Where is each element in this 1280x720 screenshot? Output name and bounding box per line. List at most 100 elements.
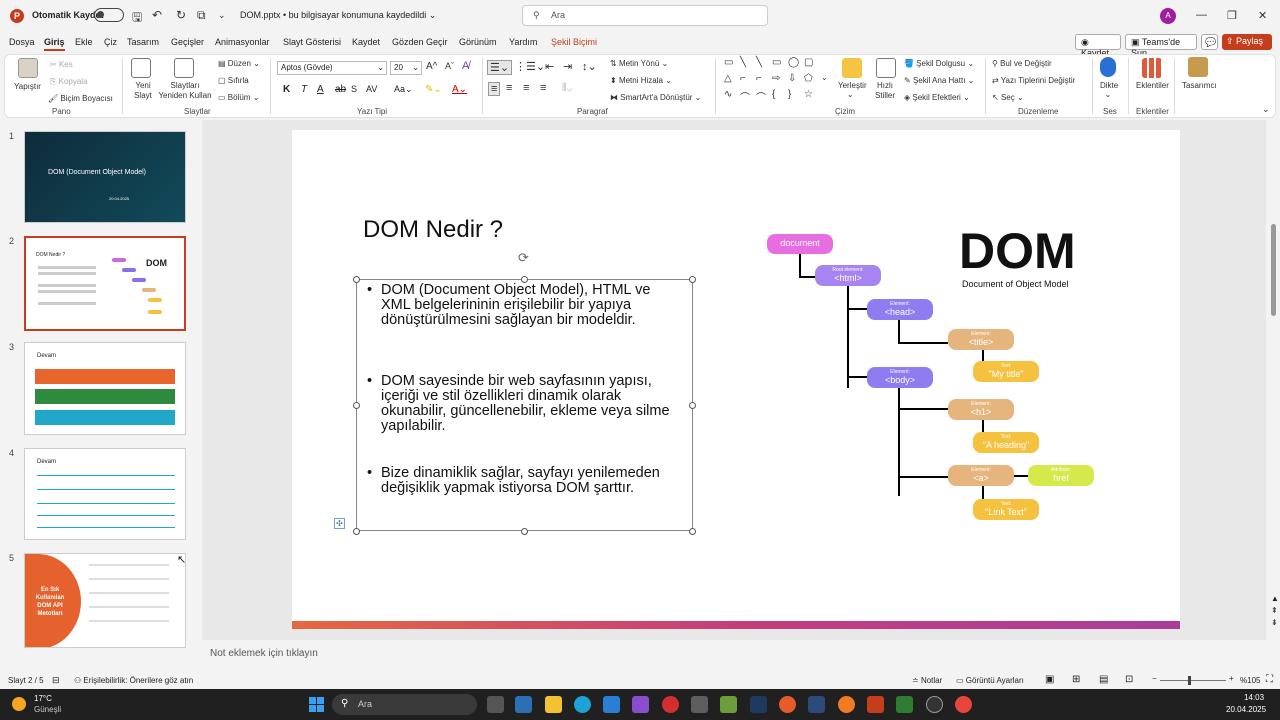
tab-record[interactable]: Kaydet bbox=[352, 37, 380, 47]
shrink-font-icon[interactable]: Aˇ bbox=[445, 61, 454, 71]
next-slide-icon[interactable]: ⇟ bbox=[1271, 618, 1278, 627]
customize-qat-icon[interactable]: ⌄ bbox=[218, 10, 226, 21]
tab-insert[interactable]: Ekle bbox=[75, 37, 93, 47]
spellcheck-icon[interactable]: ⊟ bbox=[52, 675, 60, 686]
increase-indent-icon[interactable]: ⇥ bbox=[563, 60, 572, 73]
tab-draw[interactable]: Çiz bbox=[104, 37, 117, 47]
addins-button[interactable]: Eklentiler bbox=[1136, 81, 1169, 90]
right-brace-shape-icon[interactable]: } bbox=[788, 89, 791, 100]
shape-outline-button[interactable]: ✎ Şekil Ana Hattı ⌄ bbox=[904, 76, 974, 85]
powerpoint-taskbar-icon[interactable] bbox=[867, 696, 884, 713]
resize-handle[interactable] bbox=[689, 276, 696, 283]
tab-design[interactable]: Tasarım bbox=[127, 37, 159, 47]
grow-font-icon[interactable]: A^ bbox=[426, 61, 437, 72]
font-color-icon[interactable]: A⌄ bbox=[452, 84, 467, 95]
tab-home[interactable]: Giriş bbox=[44, 37, 65, 51]
taskbar-search[interactable]: ⚲ Ara bbox=[332, 694, 477, 715]
accessibility-status[interactable]: ⚇ Erişilebilirlik: Önerilere göz atın bbox=[74, 676, 193, 685]
quick-styles-icon[interactable] bbox=[876, 58, 896, 78]
chrome-icon[interactable] bbox=[955, 696, 972, 713]
more-shapes-icon[interactable]: ⌄ bbox=[821, 73, 828, 82]
right-arrow-shape-icon[interactable]: ⇨ bbox=[772, 73, 780, 84]
resize-handle[interactable] bbox=[689, 402, 696, 409]
underline-icon[interactable]: A bbox=[317, 84, 324, 95]
shape-fill-button[interactable]: 🪣 Şekil Dolgusu ⌄ bbox=[904, 59, 974, 68]
addins-icon[interactable] bbox=[1142, 58, 1162, 78]
star-shape-icon[interactable]: ☆ bbox=[804, 89, 813, 100]
justify-icon[interactable]: ≡ bbox=[540, 82, 546, 94]
slide-sorter-icon[interactable]: ⊞ bbox=[1072, 674, 1080, 685]
reading-view-icon[interactable]: ▤ bbox=[1099, 674, 1108, 685]
autofit-options-icon[interactable]: ✣ bbox=[334, 518, 345, 529]
clear-formatting-icon[interactable]: A̸ bbox=[462, 60, 469, 72]
italic-icon[interactable]: T bbox=[301, 84, 307, 95]
pentagon-shape-icon[interactable]: ⬠ bbox=[804, 73, 813, 84]
comments-button[interactable]: 💬 bbox=[1201, 34, 1218, 50]
reset-button[interactable]: ▢ Sıfırla bbox=[218, 76, 249, 85]
resize-handle[interactable] bbox=[353, 528, 360, 535]
paste-button[interactable]: Yapıştır bbox=[14, 82, 41, 91]
designer-button[interactable]: Tasarımcı bbox=[1182, 81, 1217, 90]
paste-icon[interactable] bbox=[18, 58, 38, 78]
opera-icon[interactable] bbox=[662, 696, 679, 713]
slide-thumbnail-5[interactable]: En Sık Kullanılan DOM API Metotları bbox=[24, 553, 186, 648]
collapse-ribbon-icon[interactable]: ⌄ bbox=[1262, 104, 1270, 115]
visual-studio-icon[interactable] bbox=[632, 696, 649, 713]
zoom-in-icon[interactable]: + bbox=[1229, 674, 1234, 683]
arrange-icon[interactable] bbox=[842, 58, 862, 78]
font-name-select[interactable]: Aptos (Gövde) ⌄ bbox=[277, 61, 387, 75]
document-title[interactable]: DOM.pptx • bu bilgisayar konumuna kayded… bbox=[240, 10, 436, 21]
curve-shape-icon[interactable]: ⌒ bbox=[756, 89, 766, 104]
copy-button[interactable]: ⎘ Kopyala bbox=[50, 77, 88, 87]
layout-button[interactable]: ▤ Düzen ⌄ bbox=[218, 59, 260, 68]
down-arrow-shape-icon[interactable]: ⇩ bbox=[788, 73, 796, 84]
replace-fonts-button[interactable]: ⇄ Yazı Tiplerini Değiştir bbox=[992, 76, 1075, 85]
terminal-icon[interactable] bbox=[750, 696, 767, 713]
bold-icon[interactable]: K bbox=[283, 84, 290, 95]
slide-thumbnail-1[interactable]: DOM (Document Object Model) 20.04.2025 bbox=[24, 131, 186, 223]
notes-placeholder[interactable]: Not eklemek için tıklayın bbox=[210, 648, 318, 659]
textbox-shape-icon[interactable]: ▭ bbox=[724, 57, 733, 68]
align-left-icon[interactable]: ≡ bbox=[488, 82, 501, 96]
line-shape-icon[interactable]: ╲ bbox=[740, 57, 746, 68]
reuse-slides-button[interactable]: Slaytları Yeniden Kullan bbox=[156, 81, 214, 101]
triangle-shape-icon[interactable]: △ bbox=[724, 73, 732, 84]
dictate-button[interactable]: Dikte ⌄ bbox=[1100, 81, 1118, 99]
app-icon[interactable] bbox=[691, 696, 708, 713]
line-spacing-icon[interactable]: ↕⌄ bbox=[582, 60, 597, 73]
zoom-slider[interactable] bbox=[1160, 680, 1226, 681]
scrollbar-thumb[interactable] bbox=[1271, 224, 1276, 316]
align-text-button[interactable]: ⬍ Metni Hizala ⌄ bbox=[610, 76, 672, 85]
scroll-up-icon[interactable]: ▲ bbox=[1271, 594, 1279, 603]
slide-title[interactable]: DOM Nedir ? bbox=[363, 216, 503, 244]
rotate-handle-icon[interactable]: ⟳ bbox=[518, 250, 529, 266]
shapes-gallery[interactable]: ▭ ╲ ╲ ▭ ◯ ▢ △ ⌐ ⌐ ⇨ ⇩ ⬠ ∿ ⌒ ⌒ { } ☆ ⌄ bbox=[720, 57, 830, 105]
restore-button[interactable]: ❐ bbox=[1227, 9, 1237, 22]
arc-shape-icon[interactable]: ⌒ bbox=[740, 89, 750, 104]
normal-view-icon[interactable]: ▣ bbox=[1045, 674, 1054, 685]
weather-icon[interactable] bbox=[12, 697, 26, 711]
resize-handle[interactable] bbox=[689, 528, 696, 535]
text-direction-button[interactable]: ⇅ Metin Yönü ⌄ bbox=[610, 59, 668, 68]
elbow-connector-icon[interactable]: ⌐ bbox=[740, 73, 746, 84]
arrange-button[interactable]: Yerleştir ⌄ bbox=[838, 81, 867, 99]
cut-button[interactable]: ✂ Kes bbox=[50, 60, 73, 69]
slide-thumbnail-2[interactable]: DOM Nedir ? DOM bbox=[24, 236, 186, 331]
start-button[interactable] bbox=[309, 697, 324, 712]
avatar[interactable]: A bbox=[1160, 8, 1176, 24]
prev-slide-icon[interactable]: ⇞ bbox=[1271, 606, 1278, 615]
zoom-out-icon[interactable]: − bbox=[1152, 674, 1157, 683]
firefox-icon[interactable] bbox=[838, 696, 855, 713]
bullets-button[interactable]: ☰⌄ bbox=[487, 60, 513, 75]
oval-shape-icon[interactable]: ◯ bbox=[788, 57, 799, 68]
text-shadow-icon[interactable]: S bbox=[351, 84, 357, 94]
notes-button[interactable]: ≐ Notlar bbox=[912, 676, 942, 685]
decrease-indent-icon[interactable]: ⇤ bbox=[545, 60, 554, 73]
section-button[interactable]: ▭ Bölüm ⌄ bbox=[218, 93, 259, 102]
tab-animations[interactable]: Animasyonlar bbox=[215, 37, 270, 47]
present-icon[interactable]: ⧉ bbox=[197, 8, 206, 23]
tab-transitions[interactable]: Geçişler bbox=[171, 37, 204, 47]
font-size-select[interactable]: 20 ⌄ bbox=[390, 61, 422, 75]
teams-present-button[interactable]: ▣ Teams'de Sun bbox=[1125, 34, 1197, 58]
vertical-scrollbar[interactable]: ▲ ⇞ ⇟ bbox=[1271, 120, 1279, 640]
